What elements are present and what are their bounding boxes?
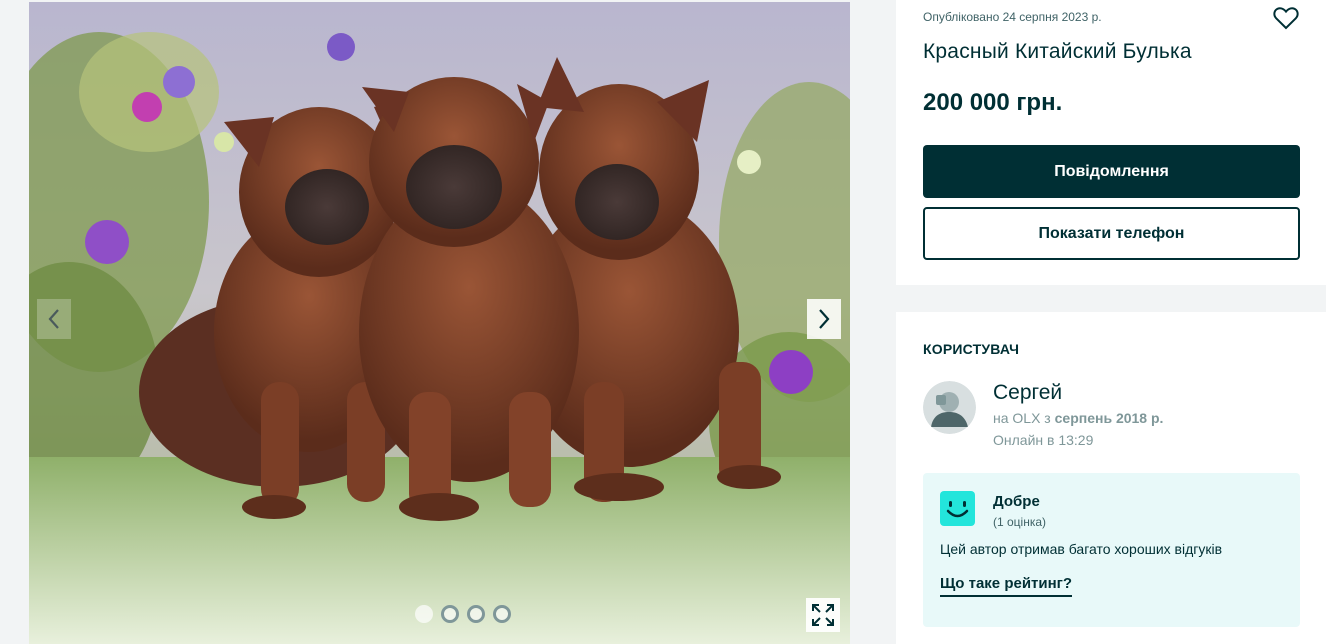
pagination-dot[interactable] <box>467 605 485 623</box>
rating-label: Добре <box>993 493 1040 510</box>
ad-price: 200 000 грн. <box>923 89 1063 116</box>
listing-photo[interactable] <box>29 2 850 644</box>
chevron-right-icon <box>819 309 830 329</box>
show-phone-button[interactable]: Показати телефон <box>923 207 1300 260</box>
seller-name[interactable]: Сергей <box>993 381 1062 405</box>
pagination-dot[interactable] <box>493 605 511 623</box>
heart-icon[interactable] <box>1273 6 1299 30</box>
seller-online-status: Онлайн в 13:29 <box>993 432 1094 448</box>
pagination-dot[interactable] <box>441 605 459 623</box>
seller-since: на OLX з серпень 2018 р. <box>993 410 1163 426</box>
published-date: Опубліковано 24 серпня 2023 р. <box>923 10 1102 24</box>
what-is-rating-link[interactable]: Що таке рейтинг? <box>940 575 1073 597</box>
message-button[interactable]: Повідомлення <box>923 145 1300 198</box>
avatar[interactable] <box>923 381 976 434</box>
rating-box: Добре (1 оцінка) Цей автор отримав багат… <box>923 473 1300 627</box>
seller-heading: КОРИСТУВАЧ <box>923 341 1020 357</box>
previous-photo-button[interactable] <box>37 299 71 339</box>
image-gallery[interactable] <box>29 2 850 644</box>
chevron-left-icon <box>48 309 59 329</box>
rating-description: Цей автор отримав багато хороших відгукі… <box>940 541 1223 557</box>
expand-icon <box>812 604 834 626</box>
rating-count: (1 оцінка) <box>993 515 1047 529</box>
photo-pagination <box>415 605 511 623</box>
seller-since-date: серпень 2018 р. <box>1054 410 1164 426</box>
seller-card: КОРИСТУВАЧ Сергей на OLX з серпень 2018 … <box>896 312 1326 644</box>
ad-title: Красный Китайский Булька <box>923 40 1192 63</box>
seller-since-prefix: на OLX з <box>993 410 1055 426</box>
pagination-dot[interactable] <box>415 605 433 623</box>
smile-icon <box>940 491 975 526</box>
ad-summary-card: Опубліковано 24 серпня 2023 р. Красный К… <box>896 0 1326 285</box>
next-photo-button[interactable] <box>807 299 841 339</box>
fullscreen-button[interactable] <box>806 598 840 632</box>
